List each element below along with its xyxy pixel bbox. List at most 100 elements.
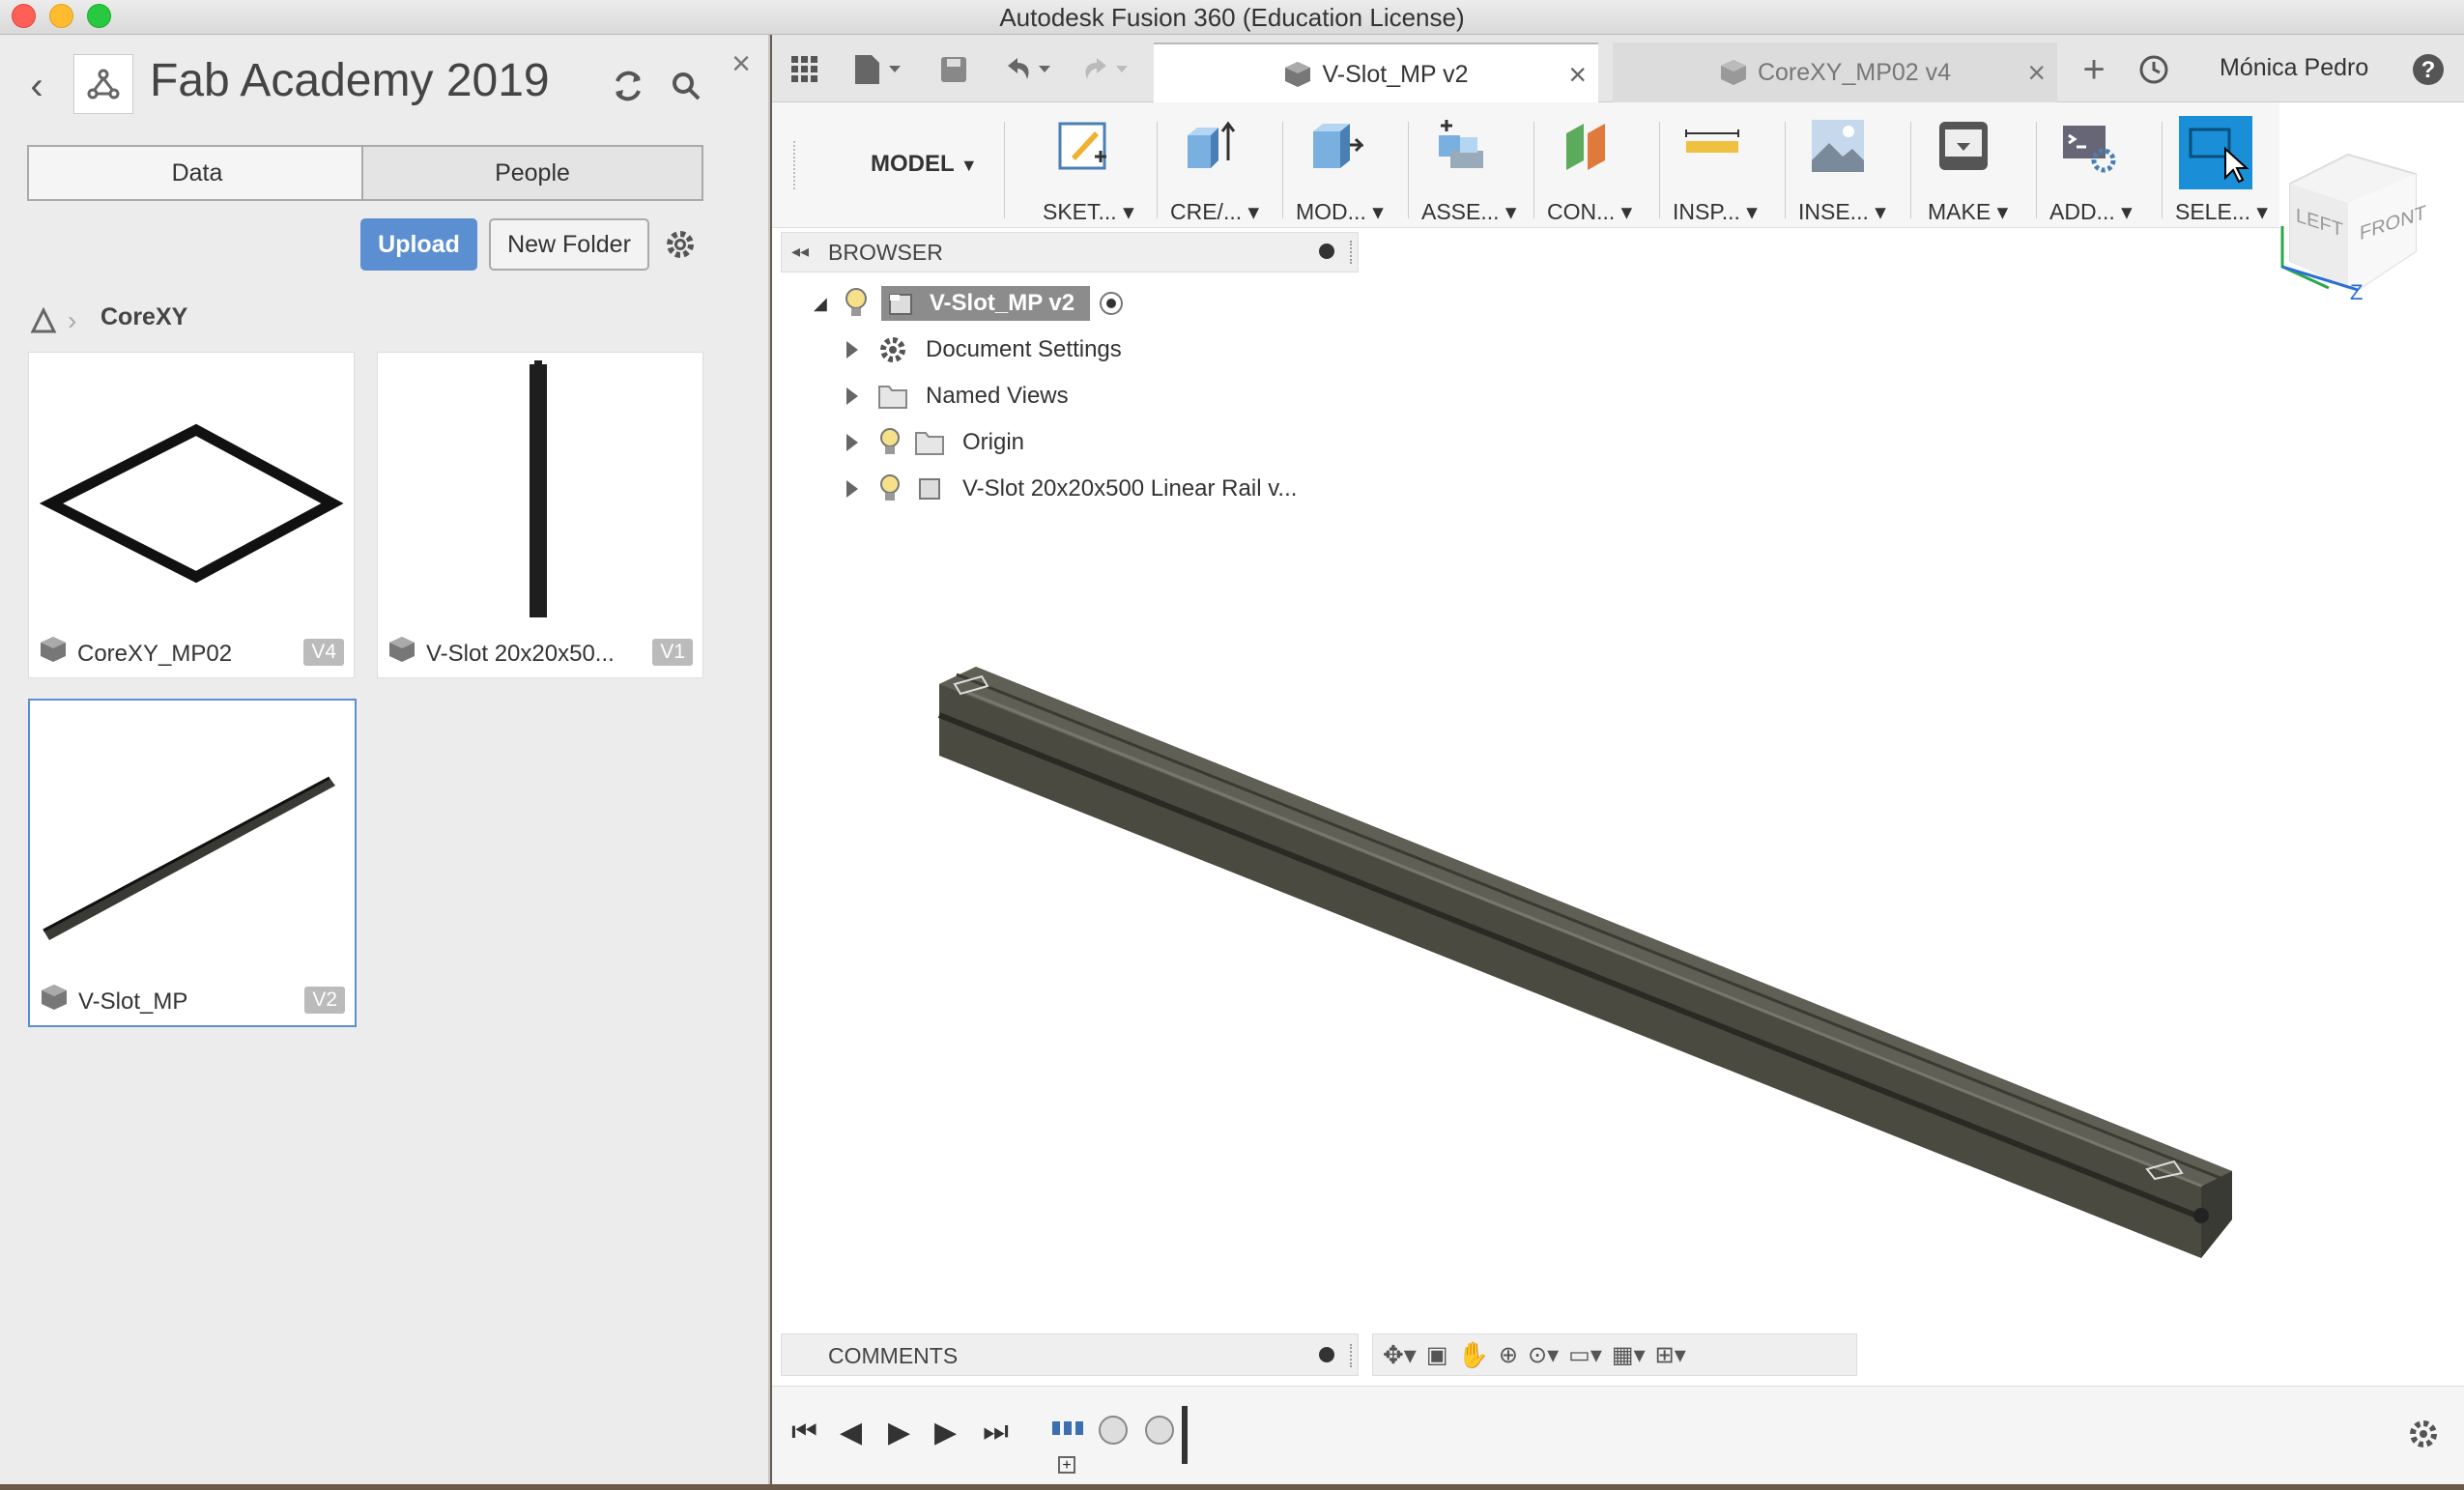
activate-radio-icon[interactable]: [1098, 290, 1125, 317]
go-to-end-icon[interactable]: ⏭: [983, 1416, 1009, 1448]
browser-root-row[interactable]: ◢ V-Slot_MP v2: [814, 284, 1125, 323]
folder-icon: [915, 432, 944, 455]
file-card-corexy[interactable]: CoreXY_MP02 V4: [28, 352, 355, 678]
browser-item-vslot-body[interactable]: V-Slot 20x20x500 Linear Rail v...: [846, 470, 1297, 508]
visibility-bulb-icon[interactable]: [877, 427, 903, 458]
expand-arrow-icon[interactable]: [846, 341, 858, 358]
collapse-triangle-icon[interactable]: ◢: [814, 294, 827, 314]
workspace-switcher[interactable]: MODEL ▼: [871, 151, 978, 178]
insert-tool[interactable]: INSE... ▾: [1798, 112, 1905, 228]
document-tab-strip: V-Slot_MP v2 × CoreXY_MP02 v4 × + Mónica…: [772, 35, 2464, 104]
assemble-icon: [1439, 120, 1483, 168]
browser-grip[interactable]: [1350, 241, 1352, 264]
toolbar-divider: [2036, 122, 2037, 218]
timeline-body-feature-icon[interactable]: [1052, 1419, 1083, 1437]
search-icon[interactable]: [667, 60, 705, 112]
select-tool[interactable]: SELE... ▾: [2175, 112, 2281, 228]
root-component-chip[interactable]: V-Slot_MP v2: [880, 286, 1091, 321]
settings-gear-icon[interactable]: [663, 224, 698, 265]
browser-item-document-settings[interactable]: Document Settings: [846, 330, 1122, 369]
visibility-bulb-icon[interactable]: [843, 287, 870, 320]
add-comment-icon[interactable]: [1319, 1347, 1334, 1362]
job-status-clock-icon[interactable]: [2135, 50, 2173, 89]
grid-settings-icon[interactable]: ▦▾: [1612, 1341, 1646, 1369]
browser-panel-header[interactable]: ◂◂ BROWSER: [781, 232, 1359, 272]
viewcube[interactable]: LEFT FRONT Z: [2271, 145, 2426, 309]
modify-icon: [1313, 124, 1363, 168]
comments-grip[interactable]: [1350, 1344, 1352, 1367]
root-label: V-Slot_MP v2: [929, 290, 1075, 316]
step-back-icon[interactable]: ◀: [840, 1416, 862, 1449]
save-icon[interactable]: [934, 50, 973, 89]
hub-breadcrumb-icon[interactable]: [27, 301, 60, 340]
tab-data[interactable]: Data: [27, 145, 367, 201]
comments-panel-header[interactable]: COMMENTS: [781, 1333, 1359, 1376]
folder-icon: [878, 386, 907, 409]
pan-hand-icon[interactable]: ✋: [1458, 1340, 1489, 1370]
sketch-tool[interactable]: SKET... ▾: [1043, 112, 1151, 228]
timeline-feature-icon[interactable]: [1099, 1416, 1128, 1445]
undo-icon[interactable]: [1000, 50, 1058, 89]
toolbar-divider: [1157, 122, 1158, 218]
viewports-icon[interactable]: ⊞▾: [1655, 1341, 1686, 1369]
tab-vslot-mp[interactable]: V-Slot_MP v2 ×: [1154, 43, 1598, 104]
hub-icon[interactable]: [73, 54, 133, 114]
timeline-settings-gear-icon[interactable]: [2407, 1418, 2440, 1455]
file-menu-icon[interactable]: [849, 50, 907, 89]
timeline-feature-icon[interactable]: [1145, 1416, 1174, 1445]
close-tab-icon[interactable]: ×: [2027, 55, 2046, 91]
expand-arrow-icon[interactable]: [846, 434, 858, 451]
timeline-expand-icon[interactable]: +: [1058, 1456, 1075, 1474]
help-icon[interactable]: ?: [2407, 48, 2450, 91]
toolbar-divider: [1659, 122, 1660, 218]
tab-corexy[interactable]: CoreXY_MP02 v4 ×: [1613, 43, 2057, 102]
add-ins-tool[interactable]: ADD... ▾: [2049, 112, 2156, 228]
browser-pin-icon[interactable]: [1319, 244, 1334, 259]
browser-item-named-views[interactable]: Named Views: [846, 377, 1069, 415]
toolbar-divider: [2162, 122, 2163, 218]
zoom-icon[interactable]: ⊕: [1499, 1341, 1518, 1369]
step-forward-icon[interactable]: ▶: [934, 1416, 957, 1449]
app-grid-icon[interactable]: [788, 52, 822, 87]
close-panel-icon[interactable]: ×: [727, 44, 756, 83]
go-to-start-icon[interactable]: ⏮: [791, 1416, 817, 1448]
look-at-icon[interactable]: ▣: [1426, 1341, 1448, 1369]
new-folder-button[interactable]: New Folder: [489, 218, 649, 271]
collapse-browser-icon[interactable]: ◂◂: [791, 242, 809, 262]
display-settings-icon[interactable]: ▭▾: [1568, 1341, 1602, 1369]
user-name[interactable]: Mónica Pedro: [2220, 54, 2368, 82]
tab-people[interactable]: People: [361, 145, 703, 201]
timeline-marker[interactable]: [1182, 1406, 1188, 1464]
create-tool[interactable]: CRE/... ▾: [1170, 112, 1276, 228]
select-cursor-icon: [2179, 116, 2252, 189]
breadcrumb[interactable]: CoreXY: [100, 303, 187, 331]
vslot-rail-model[interactable]: [928, 657, 2242, 1275]
play-icon[interactable]: ▶: [888, 1416, 910, 1449]
close-tab-icon[interactable]: ×: [1568, 57, 1587, 93]
measure-ruler-icon: [1685, 129, 1739, 153]
expand-arrow-icon[interactable]: [846, 480, 858, 498]
new-tab-icon[interactable]: +: [2073, 48, 2115, 91]
file-card-vslot-rail[interactable]: V-Slot 20x20x50... V1: [377, 352, 703, 678]
inspect-tool[interactable]: INSP... ▾: [1673, 112, 1779, 228]
construct-tool[interactable]: CON... ▾: [1547, 112, 1653, 228]
refresh-icon[interactable]: [607, 60, 649, 112]
orbit-icon[interactable]: ✥▾: [1383, 1340, 1417, 1370]
browser-title: BROWSER: [828, 240, 943, 265]
toolbar-grip[interactable]: [793, 141, 795, 189]
assemble-tool[interactable]: ASSE... ▾: [1421, 112, 1528, 228]
back-icon[interactable]: ‹: [17, 62, 56, 110]
design-cube-icon: [42, 985, 67, 1010]
browser-item-origin[interactable]: Origin: [846, 423, 1024, 462]
make-tool[interactable]: MAKE ▾: [1924, 112, 2030, 228]
toolbar-divider: [1910, 122, 1911, 218]
visibility-bulb-icon[interactable]: [877, 473, 903, 504]
gear-icon: [880, 337, 905, 362]
expand-arrow-icon[interactable]: [846, 387, 858, 405]
redo-icon[interactable]: [1077, 50, 1135, 89]
modify-tool[interactable]: MOD... ▾: [1296, 112, 1402, 228]
zoom-window-icon[interactable]: ⊙▾: [1528, 1341, 1559, 1369]
file-card-vslot-mp[interactable]: V-Slot_MP V2: [28, 699, 357, 1027]
upload-button[interactable]: Upload: [360, 218, 477, 271]
timeline-bar: ⏮ ◀ ▶ ▶ ⏭ +: [772, 1386, 2464, 1484]
